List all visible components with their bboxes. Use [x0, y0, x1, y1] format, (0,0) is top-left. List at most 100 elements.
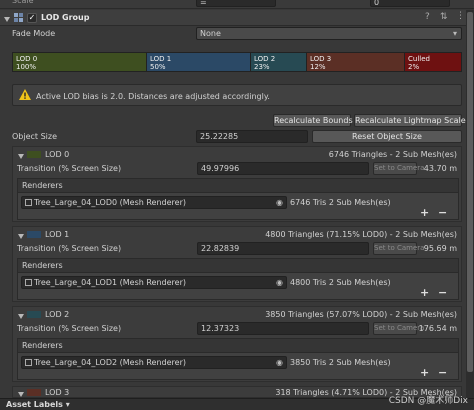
transition-field[interactable]: 12.37323: [197, 322, 369, 335]
lod-summary: 6746 Triangles - 2 Sub Mesh(es): [328, 150, 457, 159]
renderer-name: Tree_Large_04_LOD1 (Mesh Renderer): [34, 278, 186, 287]
renderer-name: Tree_Large_04_LOD0 (Mesh Renderer): [34, 198, 186, 207]
fade-mode-value: None: [200, 29, 221, 38]
add-renderer-button[interactable]: +: [420, 366, 429, 379]
lod-distance: 43.70 m: [423, 164, 457, 173]
lod-color-swatch: [27, 389, 41, 396]
renderers-header: Renderers: [18, 259, 458, 273]
foldout-arrow-icon[interactable]: [18, 232, 24, 241]
reset-object-size-button[interactable]: Reset Object Size: [312, 130, 462, 143]
help-icon[interactable]: ?: [425, 12, 430, 22]
add-renderer-button[interactable]: +: [420, 206, 429, 219]
scrollbar-thumb[interactable]: [467, 12, 473, 372]
top-field-2[interactable]: 0: [370, 0, 450, 7]
renderers-list: Renderers Tree_Large_04_LOD2 (Mesh Rende…: [17, 338, 459, 380]
foldout-arrow-icon[interactable]: [18, 390, 24, 397]
recalculate-bounds-button[interactable]: Recalculate Bounds: [273, 114, 353, 127]
transition-label: Transition (% Screen Size): [17, 324, 122, 333]
object-picker-icon[interactable]: ◉: [276, 277, 283, 288]
lod-panel-0: LOD 0 6746 Triangles - 2 Sub Mesh(es) Tr…: [12, 146, 462, 222]
mesh-renderer-icon: [25, 279, 32, 286]
more-options-icon[interactable]: ⋮: [456, 11, 465, 21]
remove-renderer-button[interactable]: −: [438, 286, 447, 299]
lod-bar-name: LOD 1: [150, 55, 172, 63]
lod-panel-2: LOD 2 3850 Triangles (57.07% LOD0) - 2 S…: [12, 306, 462, 382]
renderer-object-field[interactable]: Tree_Large_04_LOD2 (Mesh Renderer) ◉: [21, 356, 287, 369]
top-field-1[interactable]: =: [196, 0, 276, 7]
object-size-field[interactable]: 25.22285: [196, 130, 308, 143]
lod-bar-name: Culled: [408, 55, 430, 63]
renderers-header: Renderers: [18, 179, 458, 193]
lod-title: LOD 0: [45, 150, 70, 159]
top-partial-row: Scale = 0: [0, 0, 474, 9]
lod-bar-segment-0[interactable]: LOD 0 100%: [13, 53, 147, 71]
remove-renderer-button[interactable]: −: [438, 206, 447, 219]
foldout-arrow-icon[interactable]: [18, 312, 24, 321]
transition-field[interactable]: 49.97996: [197, 162, 369, 175]
renderer-info: 6746 Tris 2 Sub Mesh(es): [290, 198, 391, 207]
lod-color-swatch: [27, 151, 41, 158]
set-to-camera-button[interactable]: Set to Camera: [373, 162, 424, 175]
warning-box: Active LOD bias is 2.0. Distances are ad…: [12, 84, 462, 106]
footer-bar: Asset Labels ▾ CSDN @魔术师Dix: [0, 396, 474, 410]
warning-icon: [19, 89, 31, 103]
renderers-header: Renderers: [18, 339, 458, 353]
lod-title: LOD 3: [45, 388, 70, 397]
lod-summary: 4800 Triangles (71.15% LOD0) - 2 Sub Mes…: [265, 230, 457, 239]
lod-bar-pct: 12%: [310, 63, 326, 71]
object-size-label: Object Size: [12, 132, 58, 141]
lod-bar[interactable]: LOD 0 100% LOD 1 50% LOD 2 23% LOD 3 12% Cul…: [12, 52, 462, 72]
set-to-camera-button[interactable]: Set to Camera: [373, 322, 424, 335]
renderer-object-field[interactable]: Tree_Large_04_LOD1 (Mesh Renderer) ◉: [21, 276, 287, 289]
watermark: CSDN @魔术师Dix: [388, 396, 468, 406]
mesh-renderer-icon: [25, 199, 32, 206]
component-header[interactable]: ✓ LOD Group ? ⇅ ⋮: [0, 10, 474, 26]
lod-panel-1: LOD 1 4800 Triangles (71.15% LOD0) - 2 S…: [12, 226, 462, 302]
component-title: LOD Group: [41, 13, 90, 22]
transition-label: Transition (% Screen Size): [17, 164, 122, 173]
lod-bar-pct: 100%: [16, 63, 37, 71]
lod-title: LOD 1: [45, 230, 70, 239]
fade-mode-dropdown[interactable]: None ▾: [196, 27, 462, 40]
lod-color-swatch: [27, 231, 41, 238]
lod-title: LOD 2: [45, 310, 70, 319]
renderer-name: Tree_Large_04_LOD2 (Mesh Renderer): [34, 358, 186, 367]
lod-bar-name: LOD 0: [16, 55, 38, 63]
renderers-list: Renderers Tree_Large_04_LOD1 (Mesh Rende…: [17, 258, 459, 300]
warning-text: Active LOD bias is 2.0. Distances are ad…: [36, 92, 270, 101]
remove-renderer-button[interactable]: −: [438, 366, 447, 379]
object-picker-icon[interactable]: ◉: [276, 197, 283, 208]
top-partial-label: Scale: [12, 0, 34, 5]
recalculate-lightmap-button[interactable]: Recalculate Lightmap Scale: [354, 114, 466, 127]
set-to-camera-button[interactable]: Set to Camera: [373, 242, 424, 255]
preset-icon[interactable]: ⇅: [440, 12, 448, 22]
lod-bar-segment-culled[interactable]: Culled 2%: [405, 53, 461, 71]
object-picker-icon[interactable]: ◉: [276, 357, 283, 368]
lod-bar-name: LOD 2: [254, 55, 276, 63]
chevron-down-icon: ▾: [65, 400, 70, 409]
asset-labels-dropdown[interactable]: Asset Labels ▾: [6, 400, 70, 409]
lod-bar-pct: 23%: [254, 63, 270, 71]
lod-bar-segment-3[interactable]: LOD 3 12%: [307, 53, 405, 71]
renderers-list: Renderers Tree_Large_04_LOD0 (Mesh Rende…: [17, 178, 459, 220]
lod-bar-segment-2[interactable]: LOD 2 23%: [251, 53, 307, 71]
renderer-info: 4800 Tris 2 Sub Mesh(es): [290, 278, 391, 287]
lod-group-icon: [14, 13, 24, 23]
lod-distance: 95.69 m: [423, 244, 457, 253]
foldout-arrow-icon[interactable]: [4, 15, 10, 24]
add-renderer-button[interactable]: +: [420, 286, 429, 299]
lod-bar-pct: 50%: [150, 63, 166, 71]
renderer-object-field[interactable]: Tree_Large_04_LOD0 (Mesh Renderer) ◉: [21, 196, 287, 209]
mesh-renderer-icon: [25, 359, 32, 366]
lod-color-swatch: [27, 311, 41, 318]
transition-field[interactable]: 22.82839: [197, 242, 369, 255]
lod-bar-segment-1[interactable]: LOD 1 50%: [147, 53, 251, 71]
lod-summary: 3850 Triangles (57.07% LOD0) - 2 Sub Mes…: [265, 310, 457, 319]
enabled-checkbox[interactable]: ✓: [27, 13, 37, 23]
scrollbar[interactable]: [466, 10, 474, 398]
fade-mode-label: Fade Mode: [12, 29, 56, 38]
lod-distance: 176.54 m: [418, 324, 457, 333]
lod-bar-name: LOD 3: [310, 55, 332, 63]
renderer-info: 3850 Tris 2 Sub Mesh(es): [290, 358, 391, 367]
foldout-arrow-icon[interactable]: [18, 152, 24, 161]
